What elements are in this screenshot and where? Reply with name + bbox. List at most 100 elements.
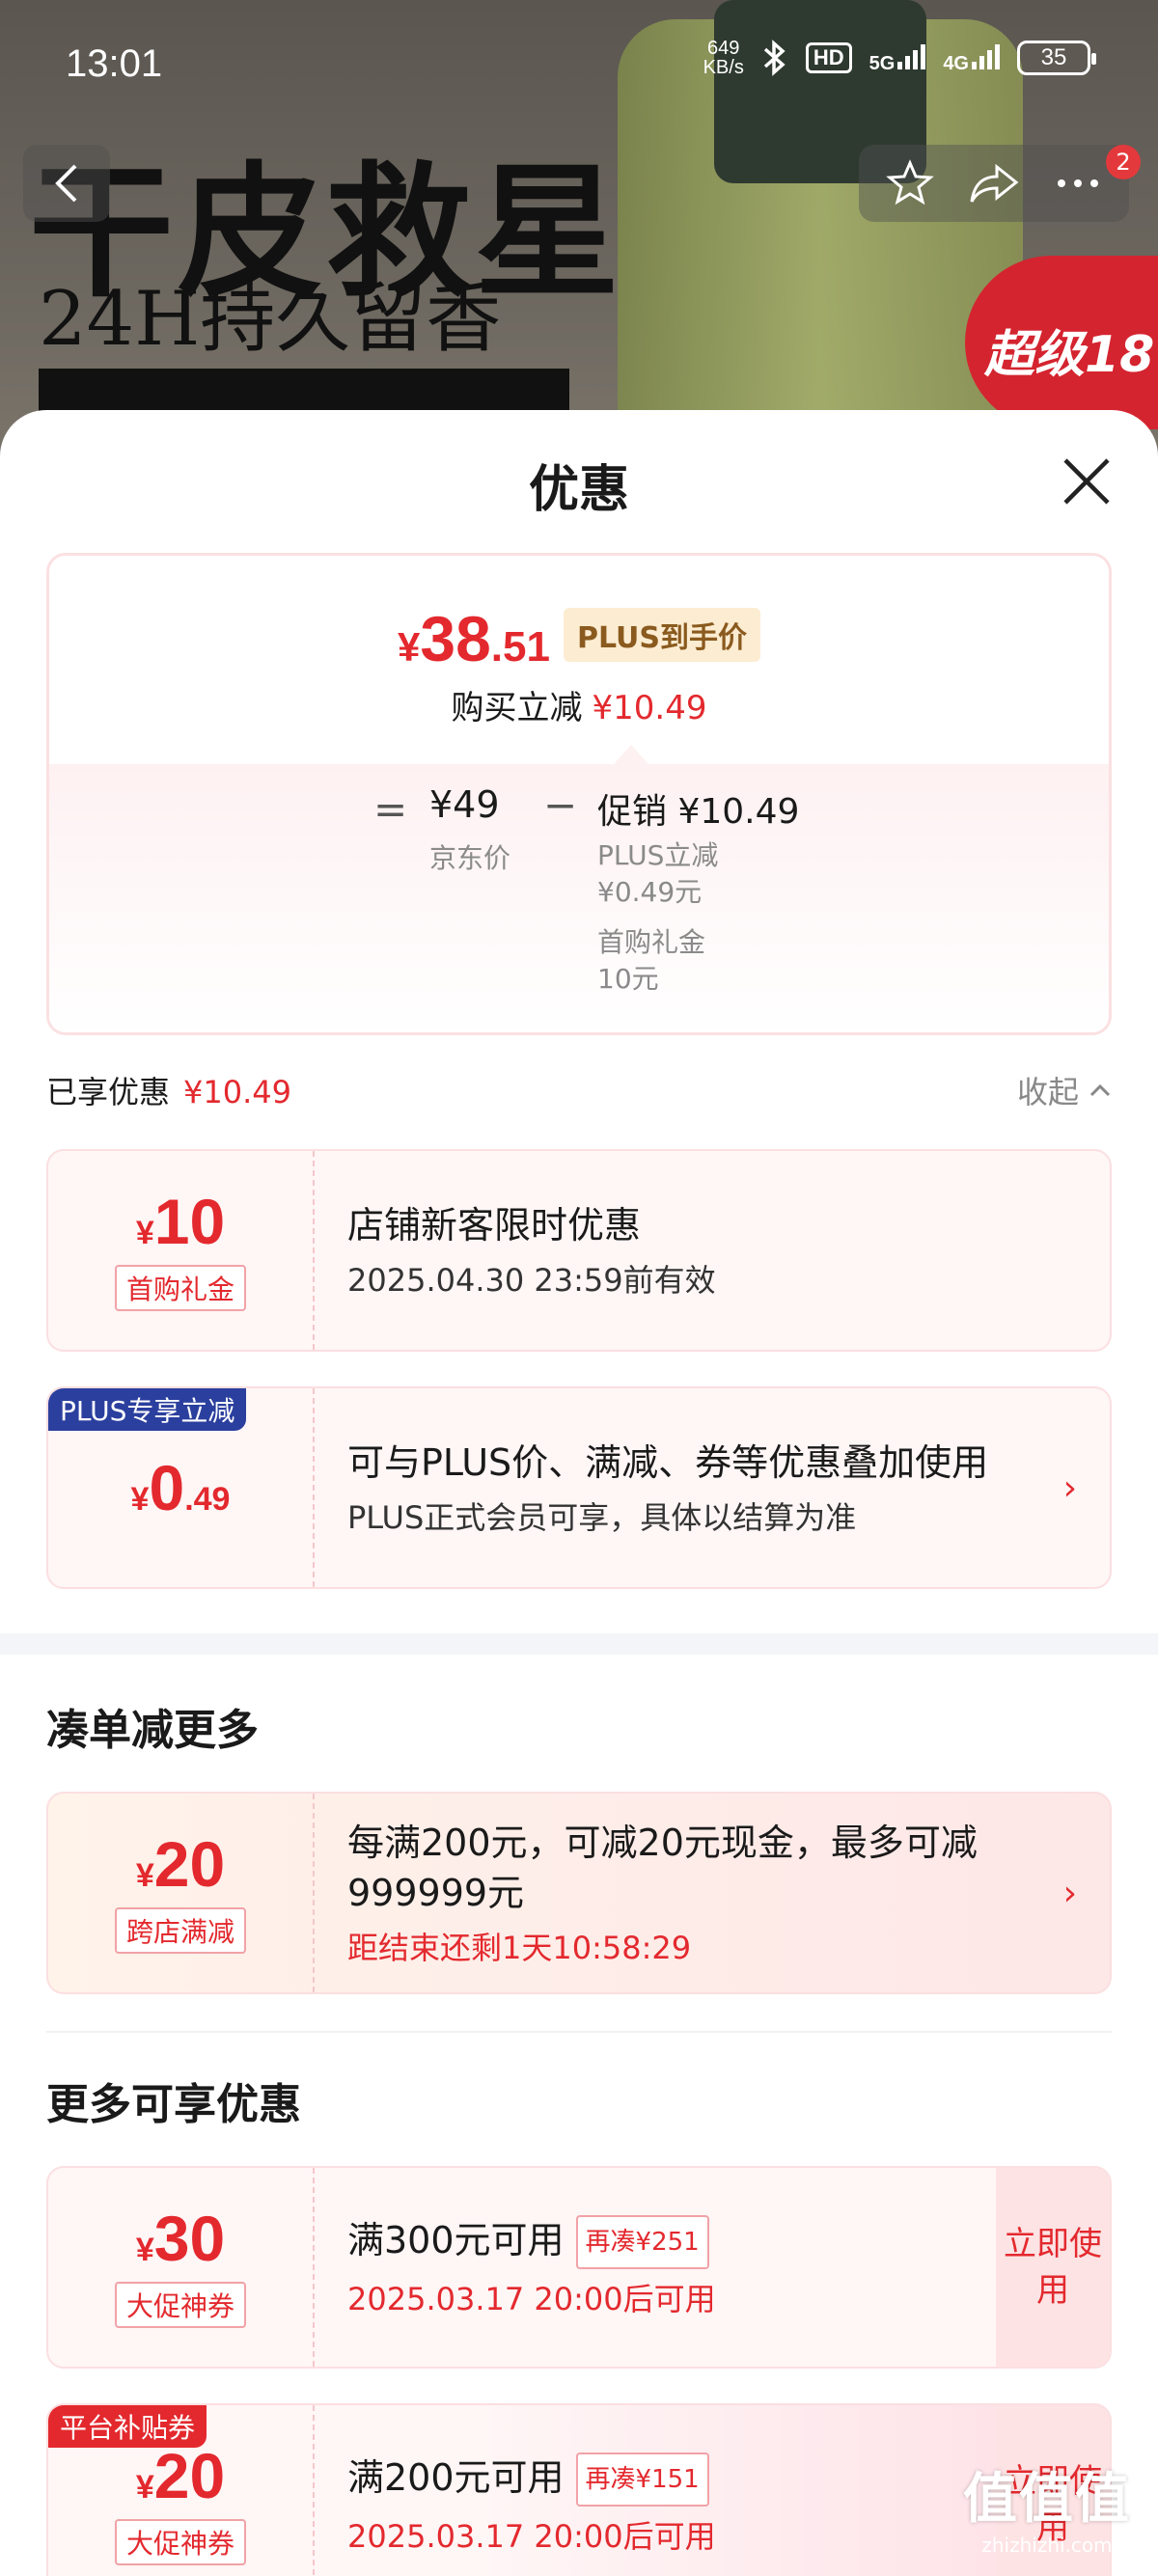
coupon-card-30[interactable]: ¥30 大促神券 满300元可用 再凑¥251 2025.03.17 20:00后… <box>46 2166 1112 2369</box>
coupon-integer: 30 <box>153 2203 226 2274</box>
discount-sheet: 优惠 ¥38.51 PLUS到手价 购买立减 ¥10.49 = ¥49 京东价 −… <box>0 410 1158 2576</box>
coupon-condition: PLUS正式会员可享，具体以结算为准 <box>347 1499 857 1536</box>
coupon-title: 可与PLUS价、满减、券等优惠叠加使用 <box>347 1441 989 1484</box>
coupon-extra-tag: 再凑¥151 <box>575 2453 709 2507</box>
sheet-title: 优惠 <box>528 461 629 519</box>
signal-4g: 4G <box>943 41 1000 75</box>
coupon-amount-area: ¥20 跨店满减 <box>48 1794 315 1992</box>
battery-icon: 35 <box>1017 41 1096 75</box>
coupon-amount-area: ¥20 大促神券 <box>48 2405 315 2576</box>
coupon-currency: ¥ <box>135 1857 154 1894</box>
coupon-amount-area: ¥0.49 <box>48 1388 315 1587</box>
coupon-integer: 10 <box>153 1186 226 1257</box>
plus-reduction-label: PLUS立减 <box>597 839 719 871</box>
section-divider <box>0 1633 1158 1655</box>
watermark-logo: 值值值 <box>963 2468 1131 2531</box>
coupon-start-time: 2025.03.17 20:00后可用 <box>347 2281 716 2318</box>
enjoyed-value: ¥10.49 <box>183 1074 291 1110</box>
share-icon[interactable] <box>968 159 1020 207</box>
final-price: ¥38.51 <box>398 602 550 675</box>
coupon-card-plus[interactable]: PLUS专享立减 ¥0.49 可与PLUS价、满减、券等优惠叠加使用 PLUS正… <box>46 1386 1112 1589</box>
top-action-bar <box>859 145 1129 222</box>
coupon-currency: ¥ <box>135 2469 154 2506</box>
divider-line <box>46 2031 1112 2033</box>
coupon-card-first-purchase[interactable]: ¥10 首购礼金 店铺新客限时优惠 2025.04.30 23:59前有效 <box>46 1149 1112 1352</box>
chevron-up-icon <box>1089 1083 1111 1097</box>
coupon-decimal: .49 <box>184 1481 231 1518</box>
coupon-amount: ¥0.49 <box>131 1456 231 1520</box>
promo-total: 促销 ¥10.49 <box>597 792 800 832</box>
network-speed-unit: KB/s <box>703 57 744 78</box>
equals-sign: = <box>373 785 408 833</box>
final-price-decimal: .51 <box>490 623 550 671</box>
network-speed-value: 649 <box>707 38 740 59</box>
first-purchase-value: 10元 <box>597 963 659 995</box>
coupon-type-tag: 大促神券 <box>114 2519 246 2565</box>
hd-voice-icon: HD <box>805 42 852 73</box>
final-price-integer: 38 <box>420 603 491 674</box>
signal-4g-label: 4G <box>943 53 969 74</box>
status-time: 13:01 <box>66 42 163 85</box>
battery-level: 35 <box>1040 44 1067 70</box>
final-price-line: ¥38.51 PLUS到手价 <box>49 602 1109 675</box>
instant-reduction-label: 购买立减 <box>451 689 583 727</box>
chevron-right-icon: › <box>1062 1874 1077 1913</box>
collapse-button[interactable]: 收起 <box>1017 1068 1112 1112</box>
enjoyed-discount: 已享优惠 ¥10.49 <box>46 1068 291 1112</box>
coupon-threshold: 满300元可用 <box>347 2218 565 2261</box>
jd-price-label: 京东价 <box>429 842 511 874</box>
coupon-info: 满200元可用 再凑¥151 2025.03.17 20:00后可用 <box>347 2405 984 2576</box>
notification-badge: 2 <box>1106 145 1141 179</box>
chevron-right-icon: › <box>1062 1468 1077 1508</box>
coupon-type-tag: 大促神券 <box>114 2282 246 2328</box>
minus-sign: − <box>543 781 578 829</box>
back-button[interactable] <box>23 145 110 222</box>
coupon-amount: ¥20 <box>136 1832 225 1896</box>
countdown-timer: 距结束还剩1天10:58:29 <box>347 1930 692 1966</box>
back-arrow-icon <box>55 164 77 203</box>
final-price-currency: ¥ <box>398 624 421 670</box>
network-speed: 649 KB/s <box>703 39 744 77</box>
signal-bars-icon <box>897 41 926 69</box>
signal-bars-icon <box>972 41 1000 69</box>
cross-store-discount-card[interactable]: ¥20 跨店满减 每满200元，可减20元现金，最多可减999999元 距结束还… <box>46 1792 1112 1994</box>
use-now-button[interactable]: 立即使用 <box>996 2168 1110 2367</box>
coupon-amount: ¥10 <box>136 1190 225 1253</box>
star-icon[interactable] <box>885 159 934 207</box>
coupon-type-tag: 首购礼金 <box>114 1265 246 1311</box>
price-summary-box: ¥38.51 PLUS到手价 购买立减 ¥10.49 = ¥49 京东价 − 促销… <box>46 553 1112 1035</box>
collapse-label: 收起 <box>1016 1074 1079 1110</box>
coupon-integer: 0 <box>149 1452 185 1523</box>
signal-5g: 5G <box>869 41 926 75</box>
coupon-title: 满300元可用 再凑¥251 <box>347 2215 984 2270</box>
site-watermark: 值值值 zhizhizhi.com <box>963 2455 1131 2557</box>
more-icon[interactable] <box>1054 174 1102 193</box>
coupon-amount: ¥30 <box>136 2206 225 2270</box>
coupon-info: 店铺新客限时优惠 2025.04.30 23:59前有效 <box>347 1151 1033 1350</box>
coupon-amount-area: ¥30 大促神券 <box>48 2168 315 2367</box>
section-title-available: 更多可享优惠 <box>46 2080 301 2129</box>
price-breakdown: = ¥49 京东价 − 促销 ¥10.49 PLUS立减 ¥0.49元 首购礼金… <box>49 764 1109 1032</box>
close-icon[interactable] <box>1058 452 1116 510</box>
coupon-info: 每满200元，可减20元现金，最多可减999999元 距结束还剩1天10:58:… <box>347 1794 1033 1992</box>
coupon-currency: ¥ <box>130 1481 150 1518</box>
enjoyed-label: 已享优惠 <box>46 1074 171 1110</box>
instant-reduction-value: ¥10.49 <box>592 689 707 727</box>
coupon-threshold: 满200元可用 <box>347 2455 565 2499</box>
bluetooth-icon <box>763 40 786 76</box>
coupon-start-time: 2025.03.17 20:00后可用 <box>347 2518 716 2556</box>
plus-price-tag: PLUS到手价 <box>563 608 760 662</box>
coupon-amount-area: ¥10 首购礼金 <box>48 1151 315 1350</box>
status-bar: 13:01 649 KB/s HD 5G 4G 35 <box>0 0 1158 125</box>
coupon-integer: 20 <box>153 1828 226 1900</box>
coupon-info: 可与PLUS价、满减、券等优惠叠加使用 PLUS正式会员可享，具体以结算为准 <box>347 1388 1033 1587</box>
instant-reduction: 购买立减 ¥10.49 <box>49 681 1109 728</box>
coupon-currency: ¥ <box>135 2232 154 2268</box>
banner-subheadline: 24H持久留香 <box>39 276 502 363</box>
coupon-card-20[interactable]: 平台补贴券 ¥20 大促神券 满200元可用 再凑¥151 2025.03.17 … <box>46 2403 1112 2576</box>
coupon-integer: 20 <box>153 2440 226 2511</box>
coupon-amount: ¥20 <box>136 2444 225 2507</box>
coupon-validity: 2025.04.30 23:59前有效 <box>347 1262 716 1299</box>
coupon-currency: ¥ <box>135 1215 154 1251</box>
signal-5g-label: 5G <box>868 53 896 74</box>
